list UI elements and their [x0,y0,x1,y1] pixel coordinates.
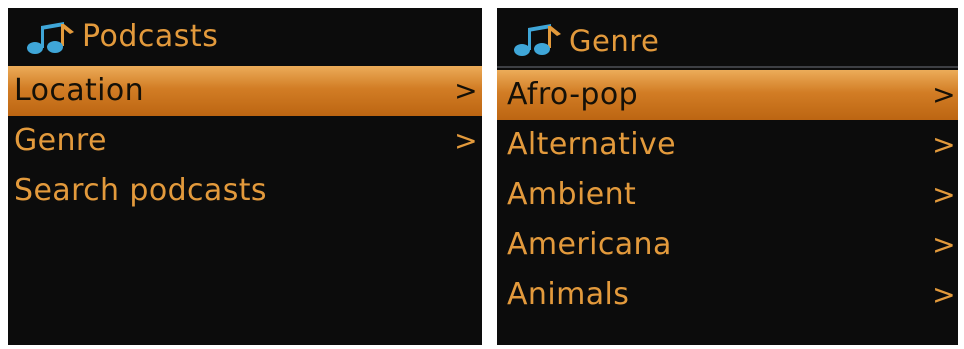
page-title: Podcasts [82,19,219,54]
menu-item-animals[interactable]: Animals > [497,270,958,320]
music-note-icon [514,24,561,56]
menu-item-label: Ambient [507,177,637,212]
chevron-right-icon: > [454,74,478,107]
music-note-icon [27,22,74,54]
chevron-right-icon: > [932,78,956,111]
menu-item-afro-pop[interactable]: Afro-pop > [497,70,958,120]
menu-item-label: Animals [507,277,630,312]
menu-item-genre[interactable]: Genre > [8,116,482,166]
chevron-right-icon: > [932,228,956,261]
menu-item-label: Americana [507,227,672,262]
podcasts-screen: Podcasts Location > Genre > Search podca… [8,8,482,345]
genre-menu: Afro-pop > Alternative > Ambient > Ameri… [497,70,958,320]
menu-item-location[interactable]: Location > [8,66,482,116]
page-title: Genre [569,24,660,58]
menu-item-search-podcasts[interactable]: Search podcasts [8,166,482,216]
menu-item-label: Afro-pop [507,77,639,112]
screen-header: Podcasts [8,8,482,68]
menu-item-label: Genre [14,123,107,158]
chevron-right-icon: > [454,124,478,157]
podcasts-menu: Location > Genre > Search podcasts [8,66,482,216]
menu-item-label: Location [14,73,145,108]
chevron-right-icon: > [932,178,956,211]
menu-item-ambient[interactable]: Ambient > [497,170,958,220]
menu-item-americana[interactable]: Americana > [497,220,958,270]
screen-header: Genre [497,8,958,68]
genre-screen: Genre Afro-pop > Alternative > Ambient >… [497,8,958,345]
chevron-right-icon: > [932,128,956,161]
menu-item-alternative[interactable]: Alternative > [497,120,958,170]
chevron-right-icon: > [932,278,956,311]
menu-item-label: Search podcasts [14,173,267,208]
menu-item-label: Alternative [507,127,676,162]
